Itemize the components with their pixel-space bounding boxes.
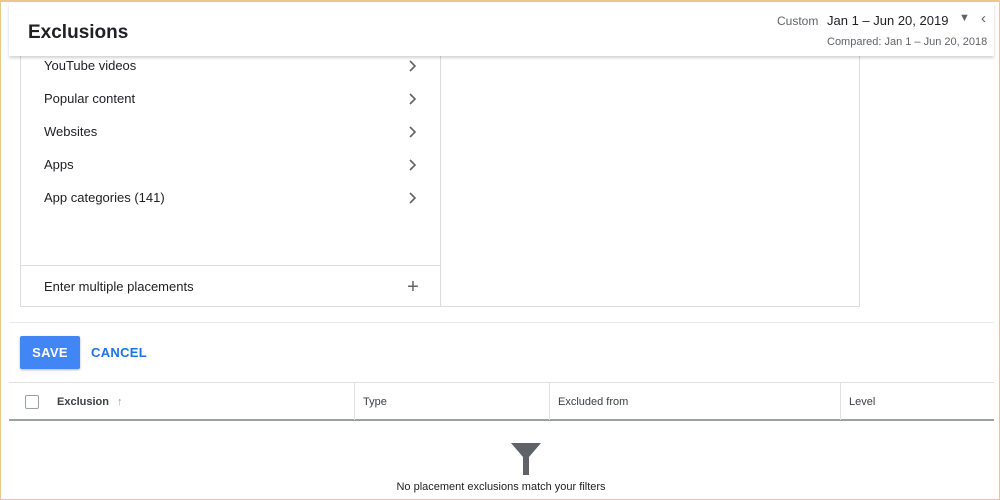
column-label: Exclusion [57, 395, 109, 408]
page-header: Exclusions Custom Jan 1 – Jun 20, 2019 ▼… [9, 3, 994, 56]
nav-item-app-categories[interactable]: App categories (141) [21, 181, 441, 214]
chevron-right-icon [405, 158, 419, 172]
column-label: Type [363, 395, 387, 408]
select-all-checkbox[interactable] [25, 395, 39, 409]
app-frame: Exclusions Custom Jan 1 – Jun 20, 2019 ▼… [0, 0, 1000, 500]
placement-panel: YouTube videos Popular content Websites … [20, 42, 860, 307]
filter-icon [511, 443, 541, 480]
placement-nav: YouTube videos Popular content Websites … [21, 42, 441, 306]
column-label: Level [849, 395, 876, 408]
nav-item-label: App categories (141) [44, 190, 165, 205]
chevron-right-icon [405, 92, 419, 106]
arrow-up-icon: ↑ [116, 395, 123, 408]
column-level[interactable]: Level [840, 383, 994, 420]
date-mode-label: Custom [777, 14, 819, 28]
save-button[interactable]: SAVE [20, 336, 80, 369]
enter-multiple-label: Enter multiple placements [44, 279, 194, 294]
enter-multiple-placements[interactable]: Enter multiple placements + [21, 265, 441, 307]
cancel-button[interactable]: CANCEL [89, 336, 149, 369]
nav-item-label: Apps [44, 157, 74, 172]
date-range-picker[interactable]: Jan 1 – Jun 20, 2019 [827, 13, 948, 28]
nav-item-popular-content[interactable]: Popular content [21, 82, 441, 115]
dropdown-arrow-icon[interactable]: ▼ [959, 12, 970, 24]
page-title: Exclusions [28, 22, 129, 43]
column-exclusion[interactable]: Exclusion ↑ [57, 383, 353, 420]
chevron-right-icon [405, 59, 419, 73]
empty-state-message: No placement exclusions match your filte… [396, 481, 606, 493]
chevron-right-icon [405, 191, 419, 205]
chevron-left-icon[interactable]: ‹ [981, 10, 986, 27]
compared-date-range: Compared: Jan 1 – Jun 20, 2018 [827, 36, 988, 48]
column-label: Excluded from [558, 395, 629, 408]
chevron-right-icon [405, 125, 419, 139]
plus-icon: + [407, 275, 419, 298]
section-divider [9, 322, 994, 323]
column-type[interactable]: Type [354, 383, 548, 420]
nav-item-label: Websites [44, 124, 98, 139]
nav-item-websites[interactable]: Websites [21, 115, 441, 148]
nav-item-apps[interactable]: Apps [21, 148, 441, 181]
column-excluded-from[interactable]: Excluded from [549, 383, 839, 420]
nav-item-label: Popular content [44, 91, 136, 106]
nav-item-label: YouTube videos [44, 58, 137, 73]
table-header: Exclusion ↑ Type Excluded from Level [9, 382, 994, 421]
